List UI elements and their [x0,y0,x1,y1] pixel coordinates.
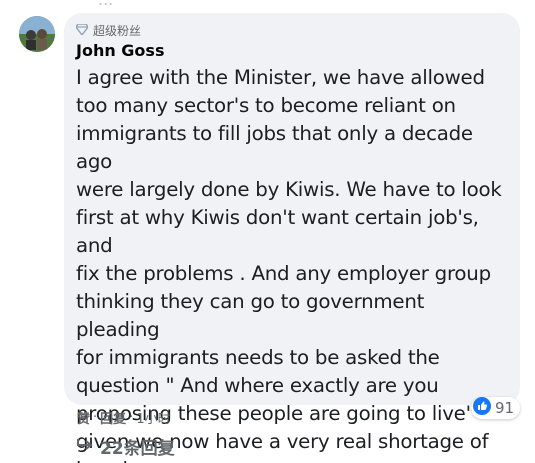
avatar[interactable] [19,16,55,52]
separator: · [93,410,98,425]
reply-arrow-icon [76,437,94,457]
top-fan-badge: 超级粉丝 [75,22,142,39]
diamond-icon [75,22,89,38]
replies-label: 22条回复 [100,439,175,459]
like-icon [473,397,491,419]
author-name[interactable]: John Goss [76,41,164,60]
like-button[interactable]: 赞 [77,408,90,427]
separator: · [129,410,134,425]
reaction-summary[interactable]: 91 [471,397,521,419]
comment-actions: 赞 · 回复 · 1小时 [77,408,171,427]
comment-time[interactable]: 1小时 [136,408,170,427]
cut-off-text: ... [98,0,113,9]
reply-button[interactable]: 回复 [100,408,126,427]
reaction-count: 91 [495,399,515,417]
comment-bubble: 超级粉丝 John Goss I agree with the Minister… [64,13,520,463]
comment-text: I agree with the Minister, we have allow… [76,66,502,463]
comment-root: ... 超级粉丝 John Goss I agree with the Mini… [0,0,535,463]
badge-label: 超级粉丝 [93,24,142,38]
view-replies-button[interactable]: 22条回复 [76,434,175,459]
